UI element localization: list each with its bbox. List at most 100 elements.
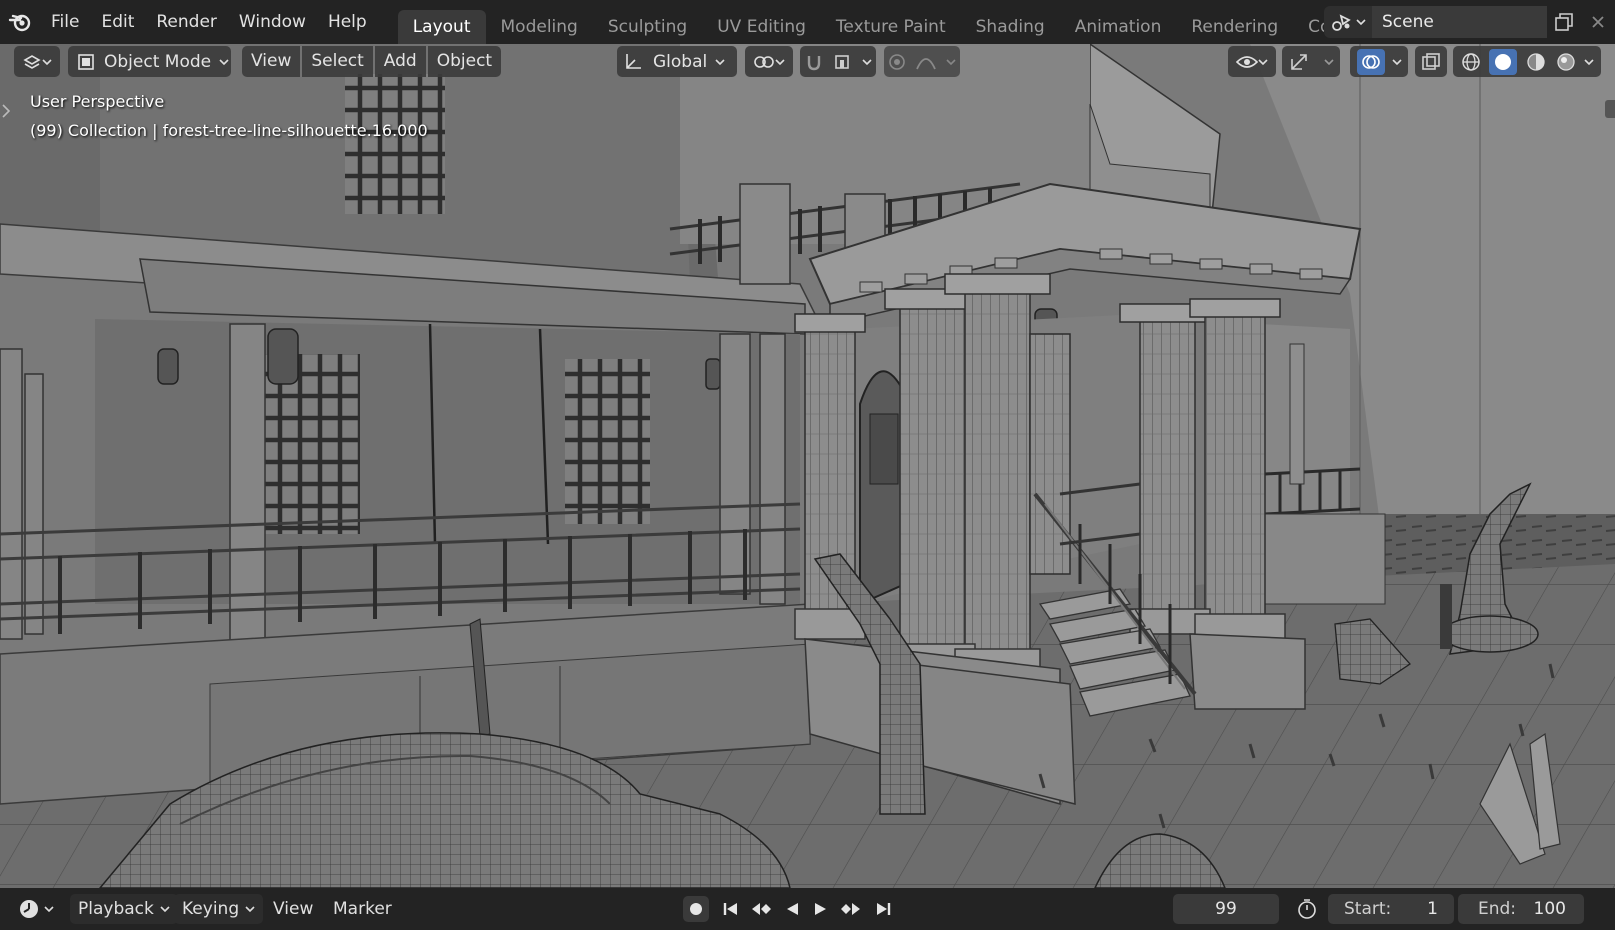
link-icon (754, 55, 774, 68)
timeline-marker-menu[interactable]: Marker (333, 894, 392, 924)
chevron-down-icon (715, 58, 725, 65)
tab-animation[interactable]: Animation (1060, 10, 1177, 44)
chevron-down-icon[interactable] (1584, 58, 1594, 66)
record-icon (690, 903, 702, 915)
magnet-icon (808, 55, 821, 70)
chevron-down-icon (1258, 58, 1268, 65)
proportional-editing-button[interactable] (884, 46, 960, 77)
solid-shading-toggle[interactable] (1489, 48, 1518, 75)
close-icon (1592, 16, 1604, 28)
menu-render[interactable]: Render (145, 0, 228, 44)
chevron-down-icon (42, 58, 52, 65)
delete-scene-button[interactable] (1581, 6, 1615, 38)
view-perspective-label: User Perspective (30, 92, 165, 111)
chevron-down-icon (219, 58, 229, 65)
start-frame-field[interactable]: Start: 1 (1328, 894, 1454, 924)
chevron-down-icon (946, 58, 956, 65)
xray-toggle[interactable] (1415, 46, 1447, 77)
chevron-down-icon (775, 58, 785, 65)
blender-logo-icon[interactable] (0, 0, 40, 44)
proportional-dot-icon (889, 53, 906, 70)
play-button[interactable] (808, 896, 834, 922)
tab-modeling[interactable]: Modeling (486, 10, 593, 44)
shading-mode-group (1453, 46, 1601, 77)
main-menu: File Edit Render Window Help (40, 0, 378, 44)
gizmo-button[interactable] (1282, 46, 1340, 77)
active-collection-label: (99) Collection | forest-tree-line-silho… (30, 121, 428, 140)
gizmo-arrow-icon (1290, 53, 1307, 70)
end-frame-value: 100 (1533, 899, 1566, 919)
overlay-circles-icon (1361, 54, 1380, 69)
next-keyframe-button[interactable] (838, 896, 864, 922)
editor-type-button[interactable] (14, 46, 60, 77)
tab-layout[interactable]: Layout (397, 10, 486, 44)
overlays-button[interactable] (1350, 46, 1408, 77)
object-mode-dropdown[interactable]: Object Mode (68, 46, 231, 77)
jump-start-button[interactable] (718, 896, 744, 922)
rendered-shading-icon[interactable] (1555, 51, 1577, 73)
timeline-view-menu[interactable]: View (273, 894, 313, 924)
record-keyframe-button[interactable] (683, 896, 709, 922)
visibility-button[interactable] (1228, 46, 1276, 77)
tab-texture-paint[interactable]: Texture Paint (821, 10, 961, 44)
current-frame-field[interactable]: 99 (1173, 894, 1279, 924)
menu-help[interactable]: Help (317, 0, 378, 44)
scene-name-field[interactable]: Scene (1372, 6, 1547, 38)
toolbar-expand-icon[interactable] (2, 104, 10, 118)
keying-label: Keying (182, 899, 240, 919)
start-frame-label: Start: (1344, 899, 1392, 919)
scene-icon (1331, 14, 1351, 31)
transform-orientation-dropdown[interactable]: Global (617, 46, 737, 77)
menu-edit[interactable]: Edit (90, 0, 145, 44)
clock-icon (20, 900, 38, 918)
sidebar-expand-tab[interactable] (1605, 100, 1615, 118)
falloff-curve-icon (916, 57, 936, 69)
3d-viewport[interactable]: Object Mode View Select Add Object Globa… (0, 44, 1615, 888)
play-reverse-button[interactable] (779, 896, 805, 922)
chevron-down-icon (44, 906, 54, 913)
menu-view[interactable]: View (242, 46, 301, 77)
xray-icon (1422, 52, 1440, 70)
jump-start-icon (723, 903, 737, 915)
previous-keyframe-button[interactable] (748, 896, 774, 922)
viewport-editor-icon (23, 54, 41, 69)
solid-shading-icon (1495, 53, 1512, 70)
tab-rendering[interactable]: Rendering (1176, 10, 1293, 44)
menu-window[interactable]: Window (228, 0, 317, 44)
stopwatch-button[interactable] (1294, 896, 1320, 922)
orientation-label: Global (653, 51, 708, 72)
keying-menu[interactable]: Keying (174, 894, 264, 924)
prev-keyframe-icon (752, 903, 771, 915)
viewport-header: Object Mode View Select Add Object Globa… (0, 44, 1615, 80)
jump-end-button[interactable] (870, 896, 896, 922)
viewport-scene-render (0, 44, 1615, 888)
menu-add[interactable]: Add (374, 46, 426, 77)
wireframe-shading-icon[interactable] (1460, 51, 1482, 73)
timeline-editor-type[interactable] (14, 894, 60, 924)
top-bar: File Edit Render Window Help Layout Mode… (0, 0, 1615, 44)
chevron-down-icon (1323, 58, 1334, 65)
scene-browse-button[interactable] (1324, 6, 1372, 38)
chevron-down-icon (160, 906, 170, 913)
chevron-down-icon (1391, 58, 1402, 65)
timeline-bar: Playback Keying View Marker 99 Start: 1 … (0, 888, 1615, 930)
play-icon (815, 903, 826, 915)
end-frame-label: End: (1478, 899, 1517, 919)
menu-object[interactable]: Object (427, 46, 502, 77)
overlays-toggle[interactable] (1356, 48, 1385, 75)
next-keyframe-icon (841, 903, 860, 915)
snapping-button[interactable] (800, 46, 876, 77)
menu-select[interactable]: Select (302, 46, 373, 77)
play-reverse-icon (787, 903, 798, 915)
tab-sculpting[interactable]: Sculpting (593, 10, 702, 44)
material-shading-icon[interactable] (1525, 51, 1547, 73)
new-scene-button[interactable] (1547, 6, 1581, 38)
tab-shading[interactable]: Shading (961, 10, 1060, 44)
tab-uv-editing[interactable]: UV Editing (702, 10, 821, 44)
end-frame-field[interactable]: End: 100 (1458, 894, 1584, 924)
eye-icon (1236, 55, 1258, 68)
pivot-point-button[interactable] (745, 46, 793, 77)
playback-menu[interactable]: Playback (70, 894, 178, 924)
snap-target-icon (835, 54, 849, 69)
menu-file[interactable]: File (40, 0, 90, 44)
